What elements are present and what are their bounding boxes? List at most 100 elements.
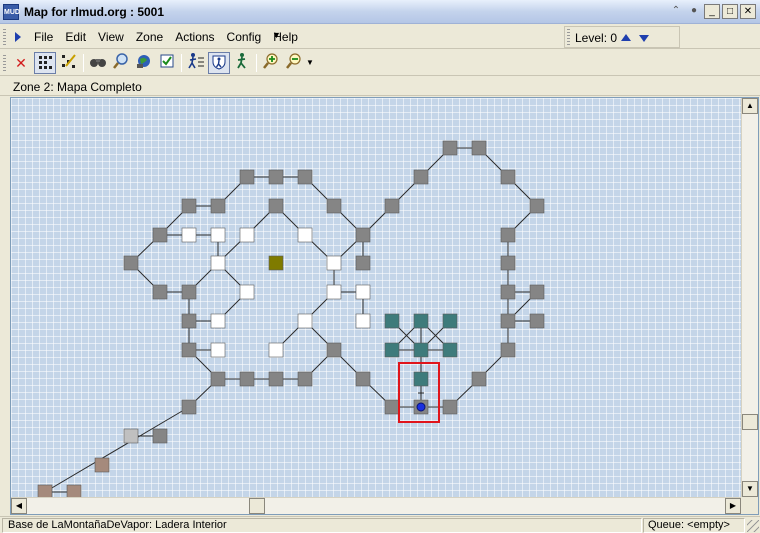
- map-room[interactable]: [500, 313, 516, 329]
- map-room[interactable]: [471, 140, 487, 156]
- map-room[interactable]: [123, 428, 139, 444]
- vertical-scroll-thumb[interactable]: [742, 414, 758, 430]
- map-room[interactable]: [355, 255, 371, 271]
- menu-view[interactable]: View: [92, 30, 130, 44]
- map-room[interactable]: [239, 227, 255, 243]
- scroll-left-icon[interactable]: ◀: [11, 498, 27, 514]
- map-room[interactable]: [268, 198, 284, 214]
- rollup-icon[interactable]: ⌃: [668, 4, 684, 19]
- map-room[interactable]: [529, 284, 545, 300]
- map-room[interactable]: [152, 428, 168, 444]
- app-icon[interactable]: MUD: [3, 4, 20, 20]
- pin-icon[interactable]: ●: [686, 4, 702, 19]
- title-bar[interactable]: MUD Map for rlmud.org : 5001 ⌃ ● _ □ ✕: [0, 0, 760, 24]
- map-room[interactable]: [210, 313, 226, 329]
- map-room[interactable]: [529, 198, 545, 214]
- map-room[interactable]: [210, 342, 226, 358]
- map-room[interactable]: [442, 399, 458, 415]
- scroll-up-icon[interactable]: ▲: [742, 98, 758, 114]
- map-room[interactable]: [384, 399, 400, 415]
- map-room[interactable]: [384, 313, 400, 329]
- map-room[interactable]: [355, 313, 371, 329]
- level-down-icon[interactable]: [639, 35, 649, 42]
- map-room[interactable]: [500, 227, 516, 243]
- map-room[interactable]: [529, 313, 545, 329]
- map-room[interactable]: [152, 227, 168, 243]
- zoom-out-icon[interactable]: [283, 52, 305, 74]
- toolbar-overflow-icon[interactable]: ▼: [304, 52, 316, 74]
- map-room[interactable]: [326, 284, 342, 300]
- map-room[interactable]: [471, 371, 487, 387]
- menu-zone[interactable]: Zone: [130, 30, 169, 44]
- map-room[interactable]: [384, 342, 400, 358]
- map-room[interactable]: [66, 484, 82, 497]
- map-room[interactable]: [239, 284, 255, 300]
- map-room[interactable]: [181, 284, 197, 300]
- level-up-icon[interactable]: [621, 34, 631, 41]
- close-button[interactable]: ✕: [740, 4, 756, 19]
- minimize-button[interactable]: _: [704, 4, 720, 19]
- map-room[interactable]: [268, 371, 284, 387]
- walk-shield-icon[interactable]: [208, 52, 230, 74]
- map-room[interactable]: [210, 227, 226, 243]
- map-room[interactable]: [239, 371, 255, 387]
- zoom-in-icon[interactable]: [260, 52, 282, 74]
- map-room[interactable]: [413, 371, 429, 387]
- map-room[interactable]: [355, 284, 371, 300]
- menu-arrow-icon[interactable]: [15, 32, 21, 42]
- map-room[interactable]: [210, 198, 226, 214]
- menu-config[interactable]: Config: [221, 30, 268, 44]
- random-layout-icon[interactable]: [58, 52, 80, 74]
- map-room[interactable]: [326, 255, 342, 271]
- map-room[interactable]: [268, 255, 284, 271]
- map-room[interactable]: [500, 342, 516, 358]
- map-room[interactable]: [442, 140, 458, 156]
- map-room[interactable]: [326, 198, 342, 214]
- map-room[interactable]: [94, 457, 110, 473]
- map-room[interactable]: [355, 371, 371, 387]
- map-room[interactable]: [326, 342, 342, 358]
- map-room[interactable]: [413, 342, 429, 358]
- vertical-scrollbar[interactable]: ▲ ▼: [741, 98, 758, 497]
- scroll-down-icon[interactable]: ▼: [742, 481, 758, 497]
- map-room[interactable]: [500, 255, 516, 271]
- map-room[interactable]: [239, 169, 255, 185]
- walk-list-icon[interactable]: [185, 52, 207, 74]
- map-room[interactable]: [181, 399, 197, 415]
- scroll-right-icon[interactable]: ▶: [725, 498, 741, 514]
- map-room[interactable]: [355, 227, 371, 243]
- magnifier-icon[interactable]: [110, 52, 132, 74]
- map-room[interactable]: [210, 255, 226, 271]
- menu-edit[interactable]: Edit: [59, 30, 92, 44]
- map-room[interactable]: [413, 313, 429, 329]
- map-room[interactable]: [297, 227, 313, 243]
- map-room[interactable]: [268, 169, 284, 185]
- map-room[interactable]: [500, 169, 516, 185]
- globe-icon[interactable]: [133, 52, 155, 74]
- map-room[interactable]: [152, 284, 168, 300]
- map-room[interactable]: [442, 313, 458, 329]
- map-room[interactable]: [181, 227, 197, 243]
- level-grip[interactable]: [567, 29, 570, 45]
- map-room[interactable]: [181, 313, 197, 329]
- map-room[interactable]: [297, 371, 313, 387]
- menubar-grip[interactable]: [3, 29, 6, 45]
- toolbar-grip[interactable]: [3, 55, 6, 71]
- binoculars-icon[interactable]: [87, 52, 109, 74]
- map-room[interactable]: [210, 371, 226, 387]
- delete-icon[interactable]: ✕: [10, 52, 32, 74]
- menu-file[interactable]: File: [28, 30, 59, 44]
- map-room[interactable]: [413, 169, 429, 185]
- map-room[interactable]: [297, 169, 313, 185]
- map-canvas[interactable]: [11, 98, 741, 497]
- map-room[interactable]: [297, 313, 313, 329]
- map-room[interactable]: [268, 342, 284, 358]
- check-box-icon[interactable]: [156, 52, 178, 74]
- map-room[interactable]: [442, 342, 458, 358]
- horizontal-scroll-thumb[interactable]: [249, 498, 265, 514]
- menu-actions[interactable]: Actions: [169, 30, 220, 44]
- map-room[interactable]: [181, 342, 197, 358]
- resize-grip[interactable]: [747, 520, 759, 532]
- map-room[interactable]: [123, 255, 139, 271]
- map-room[interactable]: [384, 198, 400, 214]
